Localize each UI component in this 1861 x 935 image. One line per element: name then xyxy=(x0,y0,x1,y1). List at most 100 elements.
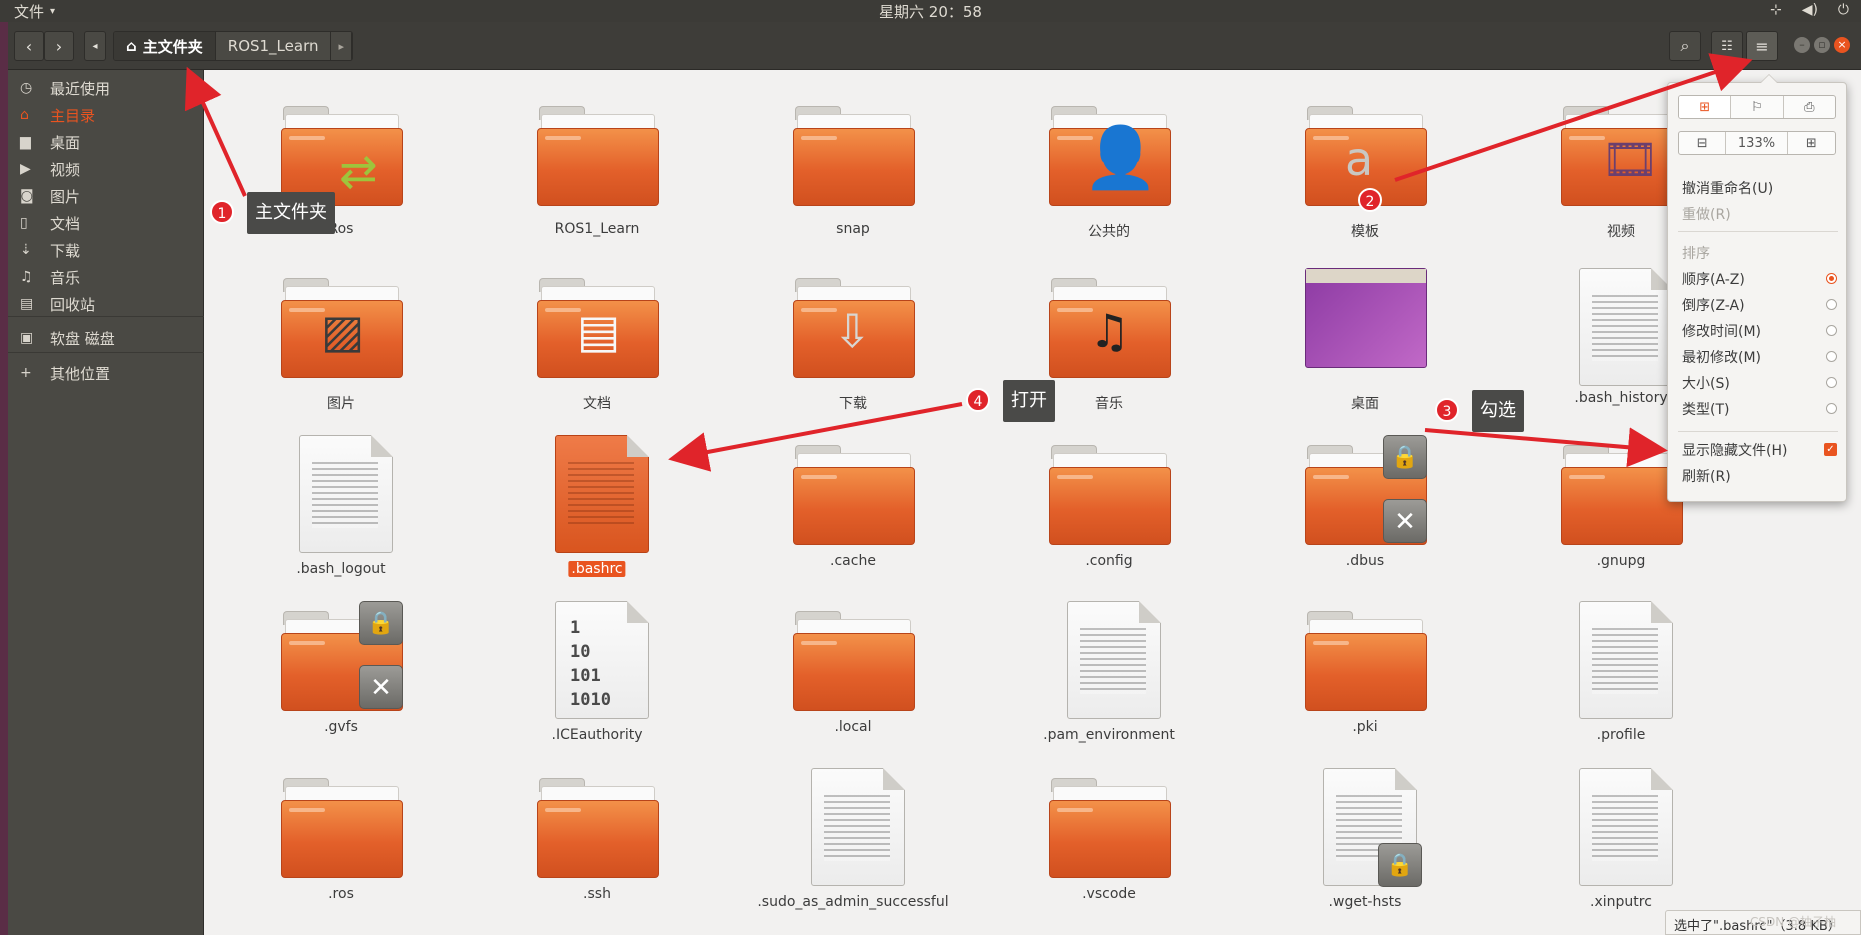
file-item[interactable]: .pam_environment xyxy=(1009,593,1209,743)
sidebar-item[interactable]: ▶ 视频 xyxy=(8,154,204,184)
file-item[interactable]: .local xyxy=(753,593,953,743)
volume-icon[interactable]: ◀) xyxy=(1802,2,1818,18)
sidebar-item[interactable]: ◷ 最近使用 xyxy=(8,73,204,103)
file-item[interactable]: .ssh xyxy=(497,760,697,910)
annotation-3-label: 勾选 xyxy=(1472,390,1524,432)
file-item[interactable]: .pki xyxy=(1265,593,1465,743)
lock-icon: 🔒 xyxy=(1378,843,1422,887)
sort-header: 排序 xyxy=(1682,242,1837,264)
sort-option[interactable]: 修改时间(M) xyxy=(1682,320,1837,342)
sort-radio[interactable] xyxy=(1826,325,1837,336)
file-item[interactable]: 👤 公共的 xyxy=(1009,88,1209,240)
folder-icon: ▤ xyxy=(537,278,659,378)
file-item[interactable]: .vscode xyxy=(1009,760,1209,910)
sidebar-item[interactable]: ▯ 文档 xyxy=(8,208,204,238)
file-item[interactable]: .profile xyxy=(1521,593,1721,743)
sort-option-label: 顺序(A-Z) xyxy=(1682,272,1745,288)
maximize-button[interactable]: ▫ xyxy=(1814,37,1830,53)
camera-icon: ◙ xyxy=(20,188,34,204)
sort-option-label: 最初修改(M) xyxy=(1682,350,1762,366)
file-item[interactable]: .xinputrc xyxy=(1521,760,1721,910)
sort-option[interactable]: 倒序(Z-A) xyxy=(1682,294,1837,316)
annotation-1-label: 主文件夹 xyxy=(247,192,335,234)
path-scroll-left-button[interactable]: ◂ xyxy=(84,31,106,61)
file-item[interactable]: .ros xyxy=(241,760,441,910)
file-item[interactable]: .bashrc xyxy=(497,427,697,577)
file-item[interactable]: 🔒 ✕ .gvfs xyxy=(241,593,441,743)
sort-radio[interactable] xyxy=(1826,351,1837,362)
breadcrumb-ros1-learn[interactable]: ROS1_Learn xyxy=(216,32,332,60)
file-item[interactable]: 🔒 .wget-hsts xyxy=(1265,760,1465,910)
lock-icon: 🔒 xyxy=(1383,435,1427,479)
download-arrow-icon: ⇩ xyxy=(833,304,872,358)
file-item[interactable]: ROS1_Learn xyxy=(497,88,697,238)
sidebar-item-label: 音乐 xyxy=(50,268,81,287)
sidebar-item[interactable]: ⇣ 下载 xyxy=(8,235,204,265)
home-icon: ⌂ xyxy=(126,37,137,55)
undo-rename-item[interactable]: 撤消重命名(U) xyxy=(1682,177,1837,199)
file-item[interactable]: 桌面 xyxy=(1265,260,1465,412)
path-scroll-right-button[interactable]: ▸ xyxy=(331,32,353,60)
sidebar-item[interactable]: ▣ 软盘 磁盘 xyxy=(8,323,204,353)
file-name: .gvfs xyxy=(324,719,358,735)
file-item[interactable]: .bash_logout xyxy=(241,427,441,577)
file-item[interactable]: ⇩ 下载 xyxy=(753,260,953,412)
annotation-4-number: 4 xyxy=(966,388,990,412)
new-folder-icon: ⊞ xyxy=(1699,99,1711,115)
open-terminal-button[interactable]: ⎙ xyxy=(1784,96,1835,118)
show-hidden-checkbox[interactable]: ✓ xyxy=(1824,443,1837,456)
sort-radio[interactable] xyxy=(1826,273,1837,284)
power-icon[interactable]: ⏻ xyxy=(1838,2,1849,18)
sort-option[interactable]: 顺序(A-Z) xyxy=(1682,268,1837,290)
minimize-button[interactable]: – xyxy=(1794,37,1810,53)
folder-icon xyxy=(281,778,403,878)
sidebar-item[interactable]: ▆ 桌面 xyxy=(8,127,204,157)
close-button[interactable]: × xyxy=(1834,37,1850,53)
view-toggle-button[interactable]: ☷ xyxy=(1711,31,1743,61)
sidebar-item[interactable]: ♫ 音乐 xyxy=(8,262,204,292)
sort-option[interactable]: 最初修改(M) xyxy=(1682,346,1837,368)
file-item[interactable]: .cache xyxy=(753,427,953,577)
file-item[interactable]: .sudo_as_admin_successful xyxy=(753,760,953,910)
search-button[interactable]: ⌕ xyxy=(1669,31,1701,61)
file-item[interactable]: .config xyxy=(1009,427,1209,577)
file-item[interactable]: 🔒 ✕ .dbus xyxy=(1265,427,1465,577)
file-item[interactable]: a 模板 xyxy=(1265,88,1465,240)
breadcrumb-home[interactable]: ⌂ 主文件夹 xyxy=(114,32,216,60)
new-folder-button[interactable]: ⊞ xyxy=(1679,96,1732,118)
file-item[interactable]: 1 10 101 1010 .ICEauthority xyxy=(497,593,697,743)
sidebar-separator xyxy=(8,316,204,317)
menu-button[interactable]: ≡ xyxy=(1746,31,1778,61)
file-name: .sudo_as_admin_successful xyxy=(757,894,949,910)
sort-option-label: 倒序(Z-A) xyxy=(1682,298,1745,314)
sort-radio[interactable] xyxy=(1826,403,1837,414)
sort-option[interactable]: 类型(T) xyxy=(1682,398,1837,420)
refresh-item[interactable]: 刷新(R) xyxy=(1682,465,1837,487)
annotation-2-number: 2 xyxy=(1358,188,1382,212)
music-note-icon: ♫ xyxy=(1089,304,1131,358)
sort-radio[interactable] xyxy=(1826,299,1837,310)
forward-button[interactable]: › xyxy=(44,31,74,61)
sidebar-item[interactable]: + 其他位置 xyxy=(8,358,204,388)
trash-icon: ▤ xyxy=(20,296,34,312)
network-icon[interactable]: ⊹ xyxy=(1770,2,1782,18)
sort-radio[interactable] xyxy=(1826,377,1837,388)
zoom-in-button[interactable]: ⊞ xyxy=(1788,132,1835,154)
text-file-icon: 🔒 xyxy=(1323,768,1422,887)
sidebar-item[interactable]: ◙ 图片 xyxy=(8,181,204,211)
file-item[interactable]: ▨ 图片 xyxy=(241,260,441,412)
sort-option[interactable]: 大小(S) xyxy=(1682,372,1837,394)
file-item[interactable]: ▤ 文档 xyxy=(497,260,697,412)
folder-icon: 🔒 ✕ xyxy=(1305,435,1427,545)
bookmark-button[interactable]: ⚐ xyxy=(1731,96,1784,118)
file-item[interactable]: snap xyxy=(753,88,953,238)
sidebar-item[interactable]: ⌂ 主目录 xyxy=(8,100,204,130)
show-hidden-files-item[interactable]: 显示隐藏文件(H) ✓ xyxy=(1682,439,1837,461)
sidebar-item[interactable]: ▤ 回收站 xyxy=(8,289,204,319)
file-name: .pam_environment xyxy=(1043,727,1175,743)
sidebar-item-label: 主目录 xyxy=(50,106,96,125)
back-button[interactable]: ‹ xyxy=(14,31,44,61)
clock[interactable]: 星期六 20：58 xyxy=(0,1,1861,22)
annotation-4-label: 打开 xyxy=(1003,380,1055,422)
zoom-out-button[interactable]: ⊟ xyxy=(1679,132,1727,154)
